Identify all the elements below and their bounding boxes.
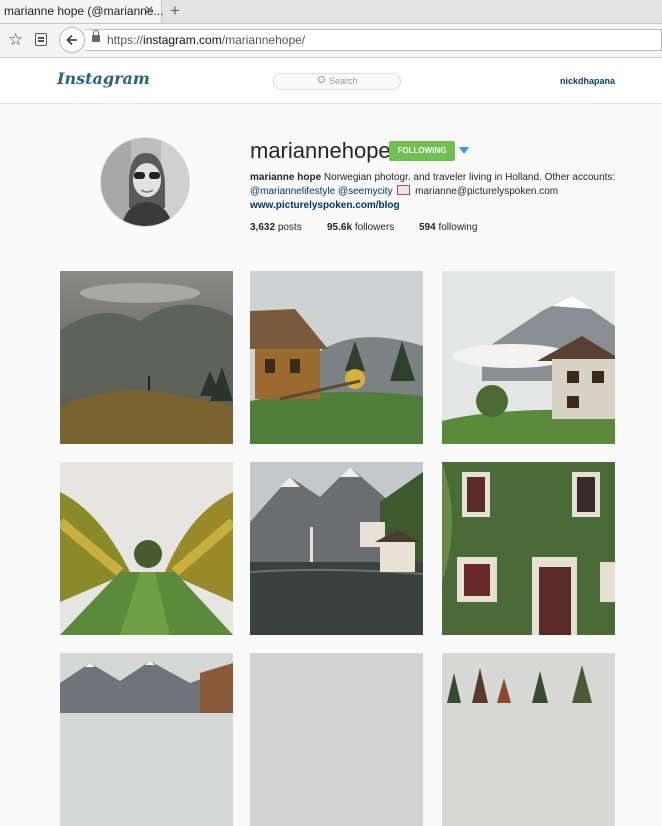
back-arrow-icon (66, 34, 77, 46)
post-thumbnail[interactable] (60, 271, 233, 444)
search-placeholder: Search (329, 76, 358, 86)
profile-bio: marianne hope Norwegian photogr. and tra… (250, 171, 630, 213)
close-tab-icon[interactable]: ✕ (144, 3, 154, 17)
following-stat[interactable]: 594 following (419, 222, 477, 233)
search-icon (318, 76, 325, 83)
profile-username: mariannehope (250, 138, 391, 163)
post-thumbnail[interactable] (442, 653, 615, 826)
post-thumbnail[interactable] (60, 462, 233, 635)
lock-icon (92, 30, 100, 42)
mention-link[interactable]: @seemycity (338, 186, 393, 197)
search-input[interactable]: Search (273, 73, 401, 90)
back-button[interactable] (59, 27, 85, 53)
following-button[interactable]: FOLLOWING (389, 141, 455, 161)
bookmark-star-icon[interactable]: ☆ (8, 30, 23, 50)
instagram-header: Instagram Search nickdhapana (0, 58, 662, 104)
mention-link[interactable]: @mariannelifestyle (250, 186, 335, 197)
post-thumbnail[interactable] (250, 271, 423, 444)
instagram-logo[interactable]: Instagram (57, 69, 150, 88)
browser-tab[interactable]: marianne hope (@marianne... ✕ (0, 0, 164, 23)
browser-tab-bar: marianne hope (@marianne... ✕ + (0, 0, 662, 24)
website-link[interactable]: www.picturelyspoken.com/blog (250, 200, 400, 211)
bio-email: marianne@picturelyspoken.com (415, 186, 559, 197)
followers-stat[interactable]: 95.6k followers (327, 222, 394, 233)
post-thumbnail[interactable] (250, 462, 423, 635)
post-thumbnail[interactable] (60, 653, 233, 826)
new-tab-icon[interactable]: + (170, 1, 180, 21)
posts-stat: 3,632 posts (250, 222, 302, 233)
post-thumbnail[interactable] (442, 462, 615, 635)
current-user-link[interactable]: nickdhapana (560, 76, 615, 86)
tab-title: marianne hope (@marianne... (4, 4, 164, 18)
dropdown-caret-icon[interactable] (459, 147, 469, 154)
envelope-icon (397, 185, 411, 195)
browser-toolbar: ☆ https://instagram.com/mariannehope/ (0, 24, 662, 58)
post-thumbnail[interactable] (442, 271, 615, 444)
bio-text: Norwegian photogr. and traveler living i… (321, 172, 616, 183)
url-text: https://instagram.com/mariannehope/ (107, 33, 306, 47)
profile-full-name: marianne hope (250, 172, 322, 183)
reader-view-icon[interactable] (35, 33, 47, 46)
post-thumbnail[interactable] (250, 653, 423, 826)
profile-avatar (100, 137, 190, 227)
address-bar[interactable]: https://instagram.com/mariannehope/ (85, 29, 662, 51)
